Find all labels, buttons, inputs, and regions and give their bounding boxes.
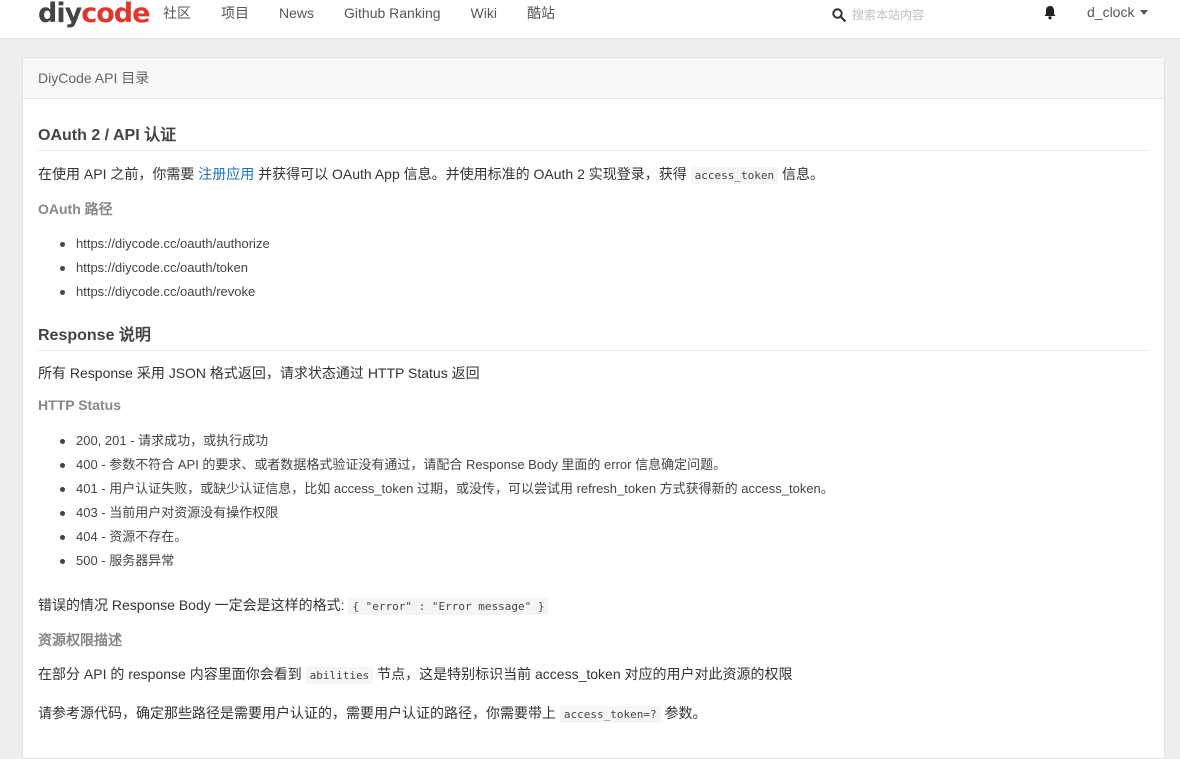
main-nav: 社区 项目 News Github Ranking Wiki 酷站: [148, 0, 570, 26]
logo-text-accent: code: [81, 0, 150, 29]
top-navbar: diycode 社区 项目 News Github Ranking Wiki 酷…: [0, 0, 1180, 39]
list-item-status: 400 - 参数不符合 API 的要求、或者数据格式验证没有通过，请配合 Res…: [38, 455, 834, 479]
response-intro: 所有 Response 采用 JSON 格式返回，请求状态通过 HTTP Sta…: [38, 365, 480, 381]
source-reference: 请参考源代码，确定那些路径是需要用户认证的，需要用户认证的路径，你需要带上 ac…: [38, 703, 707, 723]
list-item-oauth-path: https://diycode.cc/oauth/authorize: [38, 234, 270, 258]
response-heading: Response 说明: [38, 321, 1149, 351]
list-item-status: 401 - 用户认证失败，或缺少认证信息，比如 access_token 过期，…: [38, 479, 834, 503]
user-menu[interactable]: d_clock: [1087, 4, 1149, 20]
error-format-line: 错误的情况 Response Body 一定会是这样的格式: { "error"…: [38, 595, 549, 615]
list-item-status: 403 - 当前用户对资源没有操作权限: [38, 503, 834, 527]
list-item-status: 404 - 资源不存在。: [38, 527, 834, 551]
oauth-intro-text-2: 并获得可以 OAuth App 信息。并使用标准的 OAuth 2 实现登录，获…: [254, 166, 691, 182]
http-status-heading: HTTP Status: [38, 397, 121, 413]
list-item-oauth-path: https://diycode.cc/oauth/revoke: [38, 282, 270, 306]
error-format-text: 错误的情况 Response Body 一定会是这样的格式:: [38, 597, 349, 613]
nav-link-projects[interactable]: 项目: [206, 0, 264, 26]
permission-description: 在部分 API 的 response 内容里面你会看到 abilities 节点…: [38, 664, 793, 684]
abilities-code: abilities: [305, 667, 374, 684]
oauth-intro-text-3: 信息。: [778, 166, 825, 182]
site-logo[interactable]: diycode: [38, 0, 150, 29]
site-search: [832, 5, 1002, 25]
permission-text-2: 节点，这是特别标识当前 access_token 对应的用户对此资源的权限: [373, 666, 793, 682]
nav-link-cool-sites[interactable]: 酷站: [512, 0, 570, 26]
logo-text-main: diy: [38, 0, 82, 29]
permission-heading: 资源权限描述: [38, 632, 122, 648]
register-app-link[interactable]: 注册应用: [198, 166, 254, 182]
error-format-code: { "error" : "Error message" }: [348, 598, 549, 615]
nav-link-news[interactable]: News: [264, 0, 329, 26]
oauth-paths-list: https://diycode.cc/oauth/authorize https…: [38, 234, 270, 306]
api-docs-panel: DiyCode API 目录 OAuth 2 / API 认证 在使用 API …: [22, 57, 1165, 759]
access-token-code: access_token: [690, 167, 779, 184]
oauth-heading: OAuth 2 / API 认证: [38, 121, 1149, 151]
oauth-intro: 在使用 API 之前，你需要 注册应用 并获得可以 OAuth App 信息。并…: [38, 164, 824, 184]
oauth-paths-heading: OAuth 路径: [38, 201, 113, 217]
source-text-2: 参数。: [660, 705, 707, 721]
nav-link-github-ranking[interactable]: Github Ranking: [329, 0, 456, 26]
list-item-oauth-path: https://diycode.cc/oauth/token: [38, 258, 270, 282]
list-item-status: 200, 201 - 请求成功，或执行成功: [38, 431, 834, 455]
bell-icon[interactable]: [1043, 5, 1057, 20]
nav-link-wiki[interactable]: Wiki: [456, 0, 512, 26]
access-token-param-code: access_token=?: [559, 706, 661, 723]
permission-text-1: 在部分 API 的 response 内容里面你会看到: [38, 666, 306, 682]
nav-link-community[interactable]: 社区: [148, 0, 206, 26]
caret-down-icon: [1140, 9, 1149, 15]
search-icon[interactable]: [832, 8, 846, 22]
search-input[interactable]: [852, 8, 992, 22]
list-item-status: 500 - 服务器异常: [38, 551, 834, 575]
username-label: d_clock: [1087, 4, 1135, 20]
oauth-intro-text-1: 在使用 API 之前，你需要: [38, 166, 199, 182]
source-text-1: 请参考源代码，确定那些路径是需要用户认证的，需要用户认证的路径，你需要带上: [38, 705, 560, 721]
panel-title: DiyCode API 目录: [23, 58, 1164, 99]
http-status-list: 200, 201 - 请求成功，或执行成功 400 - 参数不符合 API 的要…: [38, 431, 834, 575]
